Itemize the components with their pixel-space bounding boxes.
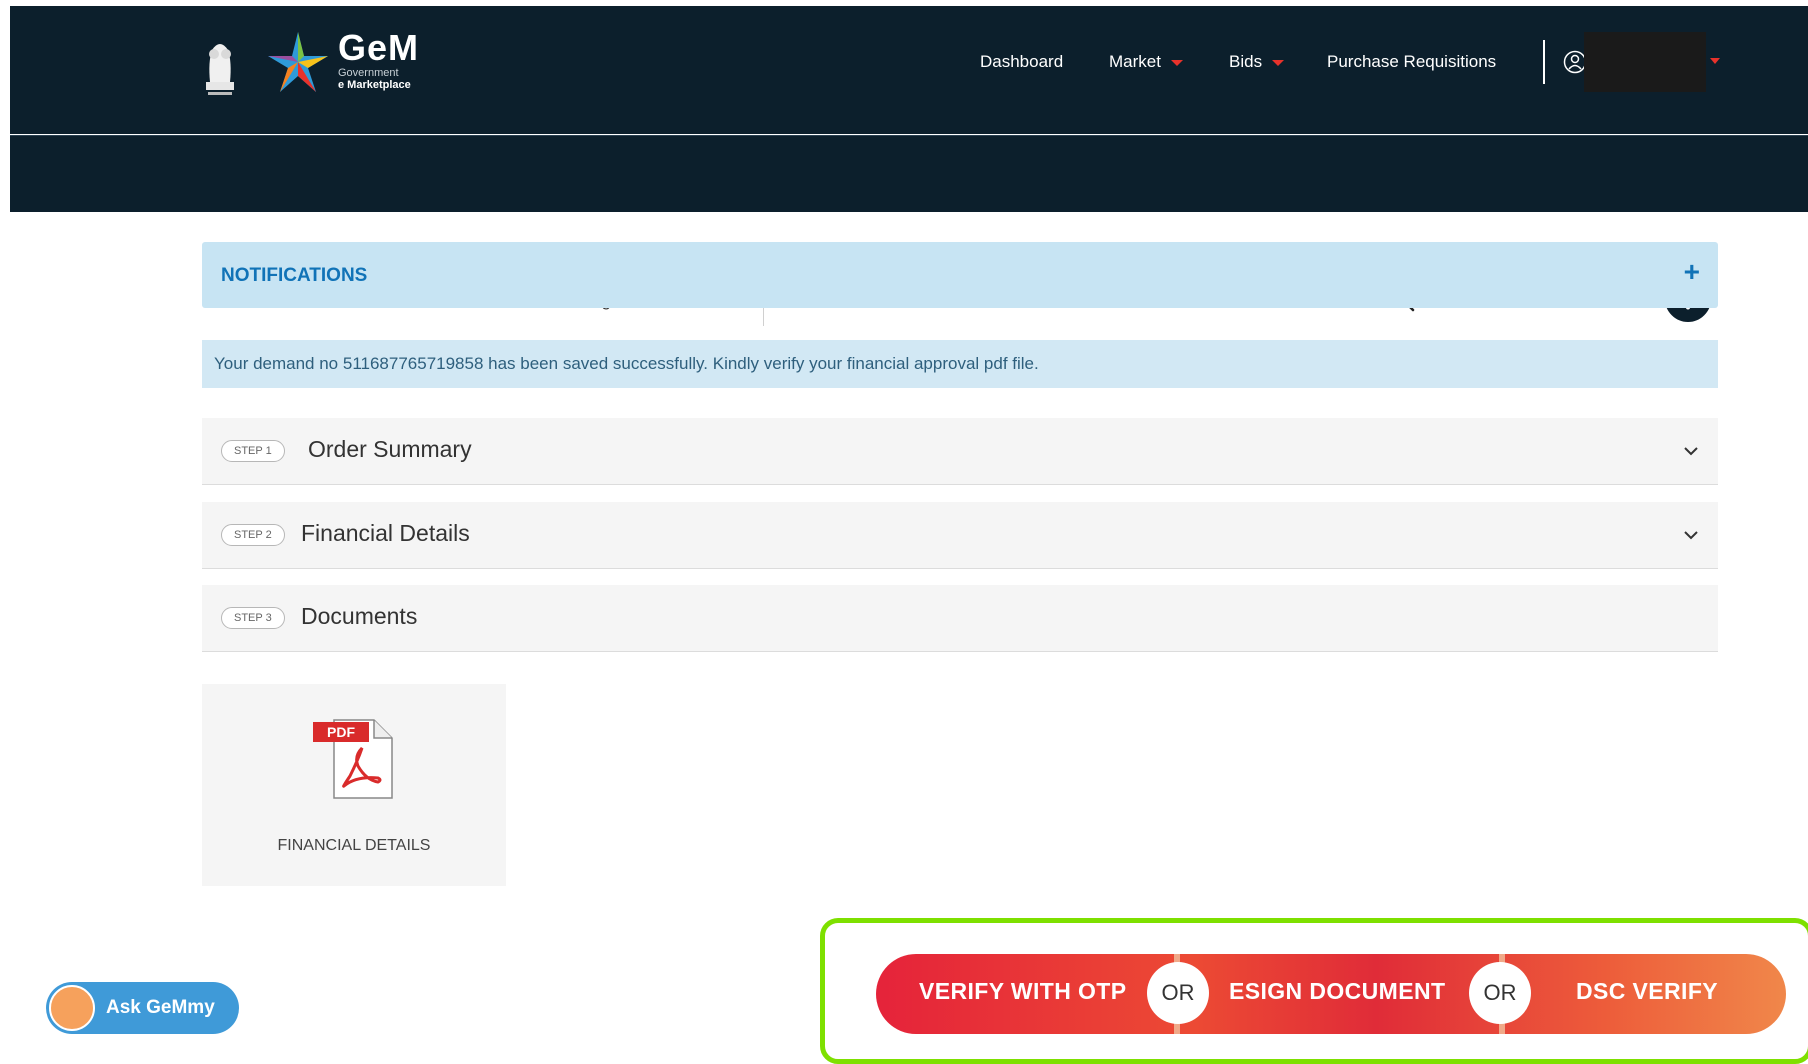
nav-purchase-requisitions[interactable]: Purchase Requisitions [1327, 52, 1496, 72]
verify-with-otp-button[interactable]: VERIFY WITH OTP [919, 978, 1126, 1005]
step-badge: STEP 1 [221, 440, 285, 462]
step-badge: STEP 3 [221, 607, 285, 629]
pdf-badge-text: PDF [327, 724, 355, 740]
nav-divider [1543, 40, 1545, 84]
nav-bids[interactable]: Bids [1229, 52, 1285, 72]
step-order-summary[interactable]: STEP 1 Order Summary [202, 418, 1718, 485]
document-label: FINANCIAL DETAILS [277, 837, 431, 854]
action-button-group: VERIFY WITH OTP ESIGN DOCUMENT DSC VERIF… [876, 954, 1786, 1034]
dsc-verify-button[interactable]: DSC VERIFY [1576, 978, 1718, 1005]
gem-logo-subtitle: Government [338, 67, 399, 79]
step-title: Documents [301, 603, 418, 629]
gem-star-logo-icon [268, 32, 328, 92]
chevron-down-icon[interactable] [1682, 442, 1700, 460]
nav-market-label: Market [1109, 52, 1161, 71]
pdf-file-icon[interactable]: PDF [312, 716, 400, 800]
step-title: Financial Details [301, 520, 470, 546]
or-separator: OR [1147, 962, 1209, 1024]
category-bar: CATEGORIES All Categories Shopping Cart [10, 135, 1808, 326]
step-financial-details[interactable]: STEP 2 Financial Details [202, 502, 1718, 569]
step-documents[interactable]: STEP 3 Documents [202, 585, 1718, 652]
notifications-title: NOTIFICATIONS [221, 265, 368, 286]
nav-dashboard[interactable]: Dashboard [980, 52, 1063, 72]
step-badge: STEP 2 [221, 524, 285, 546]
step-title: Order Summary [308, 436, 472, 462]
redacted-username[interactable] [1584, 32, 1706, 92]
alert-message: Your demand no 511687765719858 has been … [214, 354, 1039, 373]
ask-gemmy-label: Ask GeMmy [106, 997, 215, 1018]
caret-down-icon [1272, 59, 1285, 66]
gem-logo-text[interactable]: GeM [338, 30, 419, 66]
national-emblem-icon [206, 44, 234, 95]
user-menu-caret-icon[interactable] [1710, 58, 1720, 64]
caret-down-icon [1170, 59, 1183, 66]
notifications-panel[interactable]: NOTIFICATIONS + [202, 242, 1718, 308]
nav-market[interactable]: Market [1109, 52, 1183, 72]
verification-actions: VERIFY WITH OTP ESIGN DOCUMENT DSC VERIF… [876, 954, 1786, 1034]
top-header: GeM Government e Marketplace Dashboard M… [10, 6, 1808, 134]
esign-document-button[interactable]: ESIGN DOCUMENT [1229, 978, 1445, 1005]
gemmy-avatar-icon [49, 985, 95, 1031]
chevron-down-icon[interactable] [1682, 526, 1700, 544]
nav-bids-label: Bids [1229, 52, 1263, 71]
gem-logo-subtitle-2: e Marketplace [338, 79, 411, 91]
ask-gemmy-button[interactable]: Ask GeMmy [46, 982, 239, 1034]
plus-icon[interactable]: + [1684, 258, 1700, 286]
financial-details-document[interactable]: PDF FINANCIAL DETAILS [202, 684, 506, 886]
page: GeM Government e Marketplace Dashboard M… [10, 6, 1808, 1064]
success-alert: Your demand no 511687765719858 has been … [202, 340, 1718, 388]
or-separator: OR [1469, 962, 1531, 1024]
